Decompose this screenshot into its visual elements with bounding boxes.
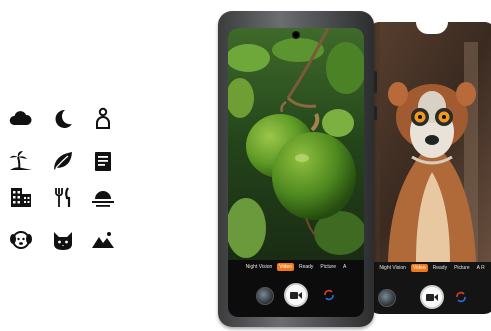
document-icon: [95, 152, 111, 171]
front-mode-picture[interactable]: Picture: [318, 263, 338, 271]
cloud-icon: [9, 111, 32, 125]
moon-icon: [55, 109, 72, 128]
rear-mode-bar: Night Vision Video Ready Picture A R: [368, 262, 491, 274]
leaf-icon: [54, 152, 72, 170]
landscape-icon: [92, 232, 114, 248]
video-camera-icon: [290, 291, 302, 299]
scene-icon-grid: [0, 0, 130, 331]
rear-record-button[interactable]: [420, 285, 444, 309]
food-icon: [55, 187, 71, 207]
passion-fruit-photo: [228, 28, 364, 260]
front-mode-video[interactable]: Video: [277, 263, 294, 271]
rear-mode-more[interactable]: A R: [475, 264, 487, 272]
front-record-button[interactable]: [284, 283, 308, 307]
rear-gallery-thumbnail[interactable]: [378, 289, 396, 307]
power-button: [374, 106, 377, 120]
rear-mode-ready[interactable]: Ready: [431, 264, 449, 272]
portrait-icon: [96, 107, 110, 129]
rear-control-row: [368, 284, 491, 310]
front-mode-more[interactable]: A: [341, 263, 348, 271]
rear-mode-picture[interactable]: Picture: [452, 264, 472, 272]
front-mode-ready[interactable]: Ready: [297, 263, 315, 271]
dog-icon: [10, 231, 32, 249]
front-mode-bar: Night Vision Video Ready Picture A: [228, 261, 364, 273]
front-camera-hole: [292, 31, 300, 39]
front-gallery-thumbnail[interactable]: [256, 287, 274, 305]
switch-camera-icon[interactable]: [322, 288, 336, 302]
front-phone: Night Vision Video Ready Picture A: [218, 11, 377, 327]
rear-mode-night-vision[interactable]: Night Vision: [377, 264, 408, 272]
front-control-row: [228, 282, 364, 308]
front-mode-night-vision[interactable]: Night Vision: [244, 263, 275, 271]
video-camera-icon: [426, 293, 438, 301]
sunset-icon: [92, 191, 114, 207]
rear-mode-video[interactable]: Video: [410, 264, 428, 272]
cat-icon: [54, 232, 72, 250]
beach-icon: [10, 151, 32, 171]
camera-viewfinder: Night Vision Video Ready Picture A: [228, 28, 364, 317]
lemur-photo: [368, 22, 491, 262]
rear-phone: Night Vision Video Ready Picture A R: [368, 22, 491, 314]
switch-camera-icon[interactable]: [454, 290, 468, 304]
building-icon: [11, 188, 31, 207]
volume-button: [374, 71, 377, 93]
